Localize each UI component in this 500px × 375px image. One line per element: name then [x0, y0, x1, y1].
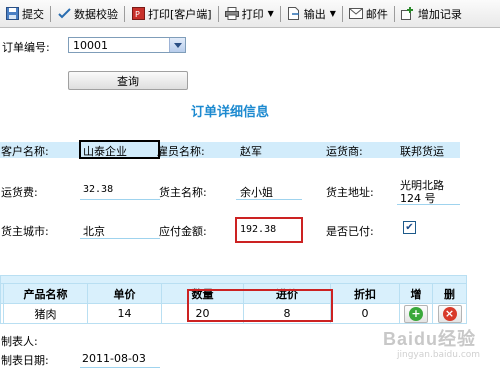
add-record-button[interactable]: 增加记录 — [398, 3, 465, 25]
toolbar: 提交 数据校验 P 打印[客户端] 打印 ▼ 输出 ▼ 邮件 增加记录 — [0, 0, 500, 28]
pdf-print-icon: P — [131, 7, 145, 21]
table-spacer-cell — [0, 275, 467, 284]
employee-name-label: 雇员名称: — [157, 145, 205, 158]
print-button[interactable]: 打印 ▼ — [222, 3, 277, 25]
query-button[interactable]: 查询 — [68, 71, 188, 90]
header-delete: 删 — [432, 283, 467, 304]
qty-cost-highlight — [187, 289, 333, 322]
shipper-field[interactable]: 联邦货运 — [400, 143, 444, 159]
mail-label: 邮件 — [365, 7, 388, 21]
watermark-logo: Baidu经验 — [383, 329, 477, 349]
svg-text:P: P — [135, 10, 140, 19]
owner-city-field[interactable]: 北京 — [83, 223, 105, 239]
mail-button[interactable]: 邮件 — [346, 3, 391, 25]
export-icon — [287, 7, 301, 21]
date-underline — [80, 367, 160, 368]
save-icon — [5, 7, 19, 21]
order-number-label: 订单编号: — [2, 41, 50, 54]
owner-name-underline — [236, 199, 302, 200]
print-client-button[interactable]: P 打印[客户端] — [128, 3, 215, 25]
amount-due-highlight — [235, 217, 303, 243]
export-label: 输出 — [303, 7, 326, 21]
cell-discount[interactable]: 0 — [330, 303, 400, 324]
header-discount: 折扣 — [330, 283, 400, 304]
table-spacer-row — [0, 275, 467, 284]
order-number-select[interactable]: 10001 — [68, 37, 186, 53]
close-icon: × — [442, 306, 457, 321]
customer-name-focus-outline — [79, 140, 160, 159]
shipper-label: 运货商: — [326, 145, 363, 158]
validate-button[interactable]: 数据校验 — [54, 3, 121, 25]
header-add: 增 — [399, 283, 433, 304]
amount-due-label: 应付金额: — [159, 225, 207, 238]
add-record-label: 增加记录 — [417, 7, 462, 21]
mail-icon — [348, 7, 363, 21]
header-product-name: 产品名称 — [3, 283, 88, 304]
chevron-down-icon: ▼ — [267, 9, 274, 18]
owner-address-underline — [397, 204, 460, 205]
submit-label: 提交 — [22, 7, 44, 21]
toolbar-separator — [50, 5, 51, 22]
check-pen-icon — [57, 7, 71, 21]
customer-name-label: 客户名称: — [1, 145, 49, 158]
printer-icon — [224, 7, 239, 21]
freight-label: 运货费: — [1, 186, 38, 199]
validate-label: 数据校验 — [74, 7, 118, 21]
export-button[interactable]: 输出 ▼ — [284, 3, 339, 25]
toolbar-separator — [217, 5, 219, 22]
cell-unit-price[interactable]: 14 — [87, 303, 162, 324]
checkmark-icon: ✔ — [405, 221, 414, 233]
print-label: 打印 — [241, 7, 264, 21]
toolbar-separator — [279, 5, 281, 22]
submit-button[interactable]: 提交 — [2, 3, 47, 25]
owner-city-label: 货主城市: — [1, 225, 49, 238]
cell-delete: × — [432, 303, 467, 324]
chevron-down-icon[interactable] — [169, 38, 185, 52]
date-label: 制表日期: — [1, 354, 49, 367]
cell-product[interactable]: 猪肉 — [3, 303, 88, 324]
paid-label: 是否已付: — [326, 225, 374, 238]
toolbar-separator — [124, 5, 125, 22]
freight-underline — [80, 199, 160, 200]
page-title: 订单详细信息 — [190, 105, 269, 120]
delete-row-button[interactable]: × — [437, 304, 462, 323]
owner-city-underline — [80, 238, 160, 239]
owner-address-label: 货主地址: — [326, 186, 374, 199]
owner-name-label: 货主名称: — [159, 186, 207, 199]
cell-add: + — [399, 303, 433, 324]
watermark-url: jingyan.baidu.com — [397, 350, 481, 360]
employee-name-field[interactable]: 赵军 — [240, 143, 262, 159]
toolbar-separator — [341, 5, 343, 22]
print-client-label: 打印[客户端] — [148, 7, 212, 21]
add-row-button[interactable]: + — [404, 304, 428, 323]
header-unit-price: 单价 — [87, 283, 162, 304]
maker-label: 制表人: — [1, 335, 38, 348]
query-label: 查询 — [117, 74, 139, 88]
plus-icon: + — [409, 306, 423, 321]
add-record-icon — [401, 7, 415, 21]
toolbar-separator — [393, 5, 395, 22]
date-field[interactable]: 2011-08-03 — [82, 352, 146, 365]
order-number-value: 10001 — [73, 39, 108, 52]
paid-checkbox[interactable]: ✔ — [403, 221, 416, 234]
customer-row-bar — [0, 142, 460, 158]
freight-field[interactable]: 32.38 — [83, 184, 113, 195]
owner-name-field[interactable]: 余小姐 — [240, 184, 273, 200]
chevron-down-icon: ▼ — [329, 9, 336, 18]
